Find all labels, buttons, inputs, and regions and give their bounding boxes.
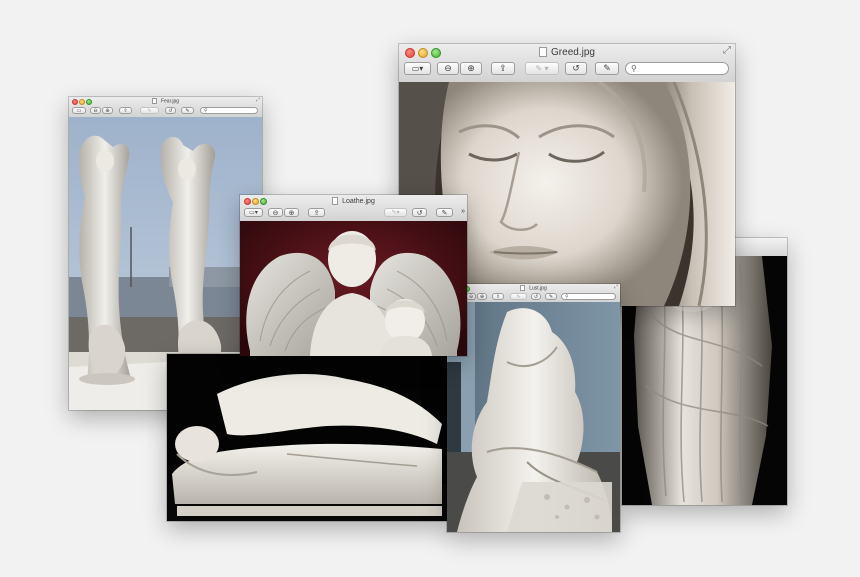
zoom-in-icon: ⊕: [479, 293, 485, 300]
greed-window-title: Greed.jpg: [551, 47, 595, 58]
search-input[interactable]: ⚲: [200, 107, 258, 114]
edit-icon: ✎: [185, 107, 190, 114]
angel-graphic: [240, 221, 467, 356]
share-icon: ⇪: [123, 107, 128, 114]
pen-icon: ✎▾: [391, 210, 400, 216]
search-icon: ⚲: [631, 64, 637, 73]
share-icon: ⇪: [313, 209, 320, 217]
zoom-in-button[interactable]: ⊕: [102, 107, 113, 114]
edit-icon: ✎: [441, 209, 448, 217]
zoom-out-icon: ⊖: [444, 63, 452, 73]
zoom-out-icon: ⊖: [93, 107, 98, 114]
zoom-in-button[interactable]: ⊕: [460, 62, 482, 75]
embracing-couple-graphic: [447, 302, 620, 532]
sidebar-view-button[interactable]: ▭▾: [404, 62, 431, 75]
document-icon: [539, 47, 548, 58]
share-icon: ⇪: [495, 293, 501, 300]
edit-toolbar-button[interactable]: ✎: [545, 293, 557, 300]
share-icon: ⇪: [499, 63, 507, 73]
reclining-woman-graphic: [167, 354, 447, 521]
zoom-in-icon: ⊕: [288, 209, 295, 217]
loathe-titlebar[interactable]: Loathe.jpg ▭▾ ⊖ ⊕ ⇪ ✎▾ ↺ ✎ »: [240, 195, 467, 222]
sidebar-icon: ▭: [76, 107, 82, 114]
zoom-out-button[interactable]: ⊖: [90, 107, 101, 114]
rotate-icon: ↺: [533, 293, 539, 300]
search-icon: ⚲: [204, 107, 208, 114]
sleep-window: [167, 354, 447, 521]
lust-image: [447, 302, 620, 532]
lust-window: Lust.jpg ⤢ ▭ ⊖ ⊕ ⇪ ✎ ↺ ✎ ⚲: [447, 284, 620, 532]
edit-toolbar-button[interactable]: ✎: [595, 62, 619, 75]
pen-icon: ✎: [147, 107, 152, 114]
markup-pen-button[interactable]: ✎: [510, 293, 527, 300]
greed-title: Greed.jpg: [399, 47, 735, 58]
zoom-in-button[interactable]: ⊕: [477, 293, 487, 300]
search-input[interactable]: ⚲: [625, 62, 729, 75]
fear-title: Fear.jpg: [69, 98, 262, 104]
document-icon: [520, 285, 526, 291]
sidebar-icon: ▭▾: [249, 210, 258, 216]
pen-icon: ✎ ▾: [535, 64, 549, 73]
zoom-in-button[interactable]: ⊕: [284, 208, 299, 217]
lust-title: Lust.jpg: [447, 285, 620, 291]
zoom-out-icon: ⊖: [272, 209, 279, 217]
lust-titlebar[interactable]: Lust.jpg ⤢ ▭ ⊖ ⊕ ⇪ ✎ ↺ ✎ ⚲: [447, 284, 620, 303]
pen-icon: ✎: [516, 293, 521, 300]
share-button[interactable]: ⇪: [308, 208, 325, 217]
edit-icon: ✎: [548, 293, 554, 300]
share-button[interactable]: ⇪: [119, 107, 132, 114]
rotate-button[interactable]: ↺: [412, 208, 427, 217]
loathe-window-title: Loathe.jpg: [342, 197, 375, 205]
markup-pen-button[interactable]: ✎▾: [384, 208, 407, 217]
sidebar-icon: ▭▾: [411, 64, 424, 73]
rotate-button[interactable]: ↺: [165, 107, 176, 114]
markup-pen-button[interactable]: ✎ ▾: [525, 62, 559, 75]
zoom-out-button[interactable]: ⊖: [268, 208, 283, 217]
document-icon: [332, 197, 339, 205]
fullscreen-icon[interactable]: ⤢: [723, 45, 731, 56]
greed-titlebar[interactable]: Greed.jpg ⤢ ▭▾ ⊖ ⊕ ⇪ ✎ ▾ ↺ ✎ ⚲: [399, 44, 735, 83]
share-button[interactable]: ⇪: [491, 62, 515, 75]
loathe-window: Loathe.jpg ▭▾ ⊖ ⊕ ⇪ ✎▾ ↺ ✎ »: [240, 195, 467, 356]
zoom-out-button[interactable]: ⊖: [437, 62, 459, 75]
search-input[interactable]: ⚲: [561, 293, 616, 300]
edit-toolbar-button[interactable]: ✎: [181, 107, 194, 114]
loathe-image: [240, 221, 467, 356]
document-icon: [151, 98, 157, 104]
overflow-chevron-icon[interactable]: »: [461, 208, 465, 215]
zoom-in-icon: ⊕: [105, 107, 110, 114]
rotate-button[interactable]: ↺: [565, 62, 587, 75]
rotate-button[interactable]: ↺: [531, 293, 541, 300]
edit-toolbar-button[interactable]: ✎: [436, 208, 453, 217]
markup-pen-button[interactable]: ✎: [140, 107, 159, 114]
share-button[interactable]: ⇪: [492, 293, 504, 300]
zoom-out-button[interactable]: ⊖: [466, 293, 476, 300]
sidebar-view-button[interactable]: ▭: [72, 107, 86, 114]
sleep-image: [167, 354, 447, 521]
rotate-icon: ↺: [168, 107, 173, 114]
zoom-in-icon: ⊕: [467, 63, 475, 73]
fear-titlebar[interactable]: Fear.jpg ⤢ ▭ ⊖ ⊕ ⇪ ✎ ↺ ✎ ⚲: [69, 97, 262, 118]
fear-window-title: Fear.jpg: [160, 98, 180, 105]
rotate-icon: ↺: [572, 63, 580, 73]
edit-icon: ✎: [603, 63, 611, 73]
lust-window-title: Lust.jpg: [529, 285, 547, 292]
zoom-out-icon: ⊖: [468, 293, 474, 300]
fullscreen-icon[interactable]: ⤢: [614, 284, 618, 290]
search-icon: ⚲: [565, 293, 569, 300]
fullscreen-icon[interactable]: ⤢: [256, 97, 260, 103]
rotate-icon: ↺: [416, 209, 423, 217]
loathe-title: Loathe.jpg: [240, 197, 467, 205]
sidebar-view-button[interactable]: ▭▾: [244, 208, 263, 217]
